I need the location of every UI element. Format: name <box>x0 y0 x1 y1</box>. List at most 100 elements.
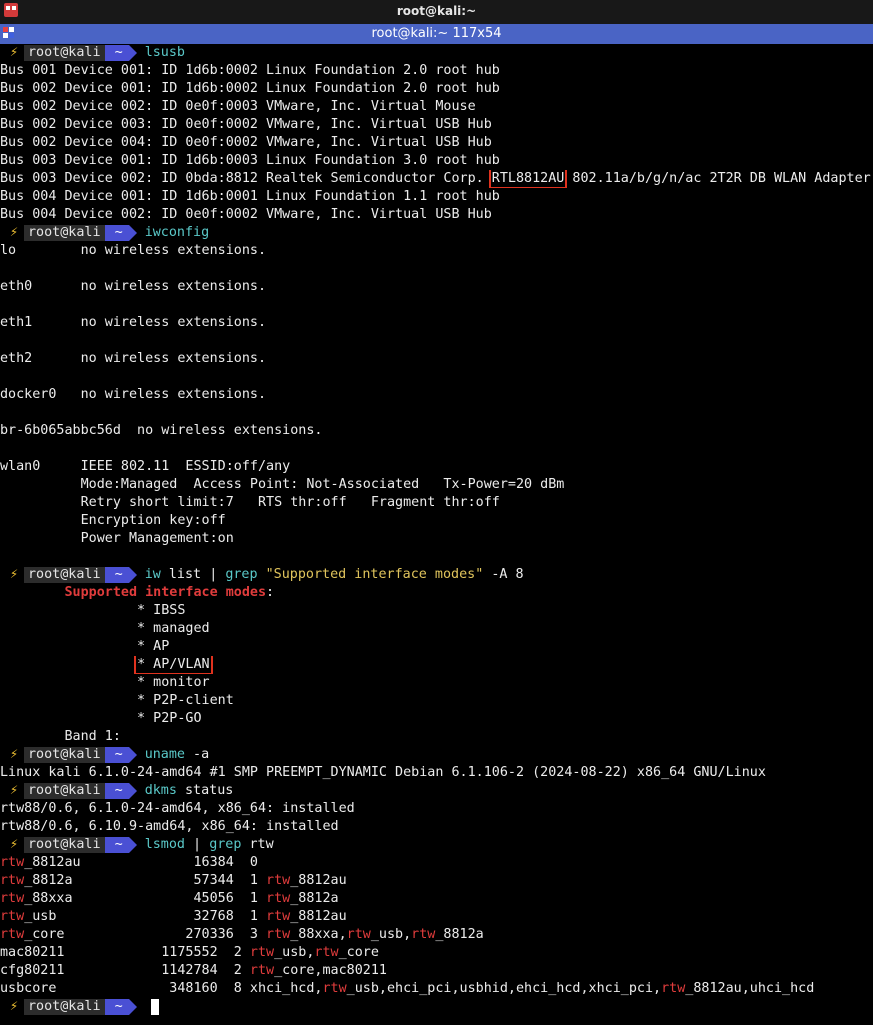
terminal-app-icon[interactable] <box>4 3 18 17</box>
output-line: Bus 004 Device 002: ID 0e0f:0002 VMware,… <box>0 206 873 224</box>
module-row: rtw_88xxa 45056 1 rtw_8812a <box>0 890 873 908</box>
shell-prompt: ⚡ root@kali ~ <box>0 836 137 854</box>
prompt-directory: ~ <box>104 837 129 853</box>
grep-match: rtw <box>314 945 339 960</box>
command-name: iwconfig <box>144 225 210 240</box>
module-row: rtw_8812a 57344 1 rtw_8812au <box>0 872 873 890</box>
prompt-separator-icon <box>128 567 137 583</box>
grep-match: rtw <box>0 891 25 906</box>
terminal-text: _8812a 57344 1 <box>24 873 267 888</box>
prompt-separator-icon <box>128 225 137 241</box>
grep-pattern: "Supported interface modes" <box>265 567 484 582</box>
terminal-text: rtw88/0.6, 6.1.0-24-amd64, x86_64: insta… <box>0 801 355 816</box>
output-line: Retry short limit:7 RTS thr:off Fragment… <box>0 494 873 512</box>
lightning-icon: ⚡ <box>10 747 19 762</box>
output-line: * AP/VLAN <box>0 656 873 674</box>
highlighted-chipset: RTL8812AU <box>488 170 568 188</box>
output-line: * managed <box>0 620 873 638</box>
terminal-text: _usb, <box>370 927 412 942</box>
lightning-icon: ⚡ <box>10 225 19 240</box>
module-row: usbcore 348160 8 xhci_hcd,rtw_usb,ehci_p… <box>0 980 873 998</box>
command-line: ⚡ root@kali ~ lsusb <box>0 44 873 62</box>
window-title: root@kali:~ <box>396 4 477 18</box>
prompt-directory: ~ <box>104 567 129 583</box>
prompt-separator-icon <box>128 783 137 799</box>
output-line: * IBSS <box>0 602 873 620</box>
terminal-text: _usb 32768 1 <box>24 909 267 924</box>
terminal-text: _8812au,uhci_hcd <box>685 981 815 996</box>
shell-prompt: ⚡ root@kali ~ <box>0 746 137 764</box>
command-name: lsmod <box>144 837 185 852</box>
terminal-text: * AP <box>0 639 170 654</box>
output-line: Mode:Managed Access Point: Not-Associate… <box>0 476 873 494</box>
shell-prompt: ⚡ root@kali ~ <box>0 224 137 242</box>
terminal-text: * monitor <box>0 675 210 690</box>
grep-match: rtw <box>249 963 275 978</box>
terminal-text: status <box>176 783 234 798</box>
output-line: eth1 no wireless extensions. <box>0 314 873 332</box>
grep-match: rtw <box>661 981 686 996</box>
terminal-tab-icon[interactable] <box>3 27 15 39</box>
output-line: Supported interface modes: <box>0 584 873 602</box>
prompt-directory: ~ <box>104 225 129 241</box>
output-line: Bus 002 Device 002: ID 0e0f:0003 VMware,… <box>0 98 873 116</box>
output-line: Bus 002 Device 003: ID 0e0f:0002 VMware,… <box>0 116 873 134</box>
terminal-text: Power Management:on <box>0 531 234 546</box>
terminal-text: rtw <box>241 837 274 852</box>
terminal-text: lo no wireless extensions. <box>0 243 267 258</box>
text-cursor[interactable] <box>150 999 159 1015</box>
terminal-text: * P2P-GO <box>0 711 202 726</box>
command-line: ⚡ root@kali ~ uname -a <box>0 746 873 764</box>
terminal-text: _8812au <box>290 909 347 924</box>
terminal-text: | <box>209 567 226 582</box>
lightning-icon: ⚡ <box>10 999 19 1014</box>
grep-match: rtw <box>322 981 347 996</box>
highlighted-mode: * AP/VLAN <box>134 656 213 674</box>
prompt-directory: ~ <box>104 45 129 61</box>
terminal-text: Mode:Managed Access Point: Not-Associate… <box>0 477 565 492</box>
terminal-text: list <box>160 567 210 582</box>
grep-match: rtw <box>0 909 25 924</box>
terminal-text: * managed <box>0 621 210 636</box>
terminal-tab[interactable]: root@kali:~ 117x54 <box>0 24 873 44</box>
output-line: * AP <box>0 638 873 656</box>
prompt-user: root@kali <box>24 783 105 799</box>
terminal-text: * IBSS <box>0 603 186 618</box>
terminal-text: _usb,ehci_pci,usbhid,ehci_hcd,xhci_pci, <box>346 981 662 996</box>
lightning-icon: ⚡ <box>10 45 19 60</box>
prompt-separator-icon <box>128 837 137 853</box>
terminal-text: docker0 no wireless extensions. <box>0 387 267 402</box>
terminal-text: _88xxa 45056 1 <box>24 891 267 906</box>
command-name: grep <box>225 567 258 582</box>
command-name: lsusb <box>144 45 185 60</box>
prompt-user: root@kali <box>24 45 105 61</box>
terminal-text: Bus 002 Device 001: ID 1d6b:0002 Linux F… <box>0 81 500 96</box>
command-line: ⚡ root@kali ~ <box>0 998 873 1016</box>
terminal-text: -a <box>185 747 210 762</box>
output-line: Bus 003 Device 002: ID 0bda:8812 Realtek… <box>0 170 873 188</box>
grep-match: rtw <box>0 855 25 870</box>
terminal-text: -A 8 <box>483 567 524 582</box>
terminal-text: _8812au 16384 0 <box>24 855 258 870</box>
prompt-separator-icon <box>128 747 137 763</box>
prompt-user: root@kali <box>24 225 105 241</box>
terminal-text: 802.11a/b/g/n/ac 2T2R DB WLAN Adapter <box>564 171 871 186</box>
terminal-text: eth1 no wireless extensions. <box>0 315 267 330</box>
grep-match: rtw <box>266 873 291 888</box>
lightning-icon: ⚡ <box>10 837 19 852</box>
terminal-text: Encryption key:off <box>0 513 226 528</box>
terminal-text: Bus 002 Device 002: ID 0e0f:0003 VMware,… <box>0 99 476 114</box>
terminal-text: Retry short limit:7 RTS thr:off Fragment… <box>0 495 500 510</box>
terminal-output[interactable]: ⚡ root@kali ~ lsusb Bus 001 Device 001: ID … <box>0 44 873 1025</box>
prompt-separator-icon <box>128 45 137 61</box>
grep-match: rtw <box>0 873 25 888</box>
grep-match: Supported interface modes <box>64 585 267 600</box>
prompt-directory: ~ <box>104 747 129 763</box>
prompt-directory: ~ <box>104 783 129 799</box>
terminal-text: eth2 no wireless extensions. <box>0 351 267 366</box>
